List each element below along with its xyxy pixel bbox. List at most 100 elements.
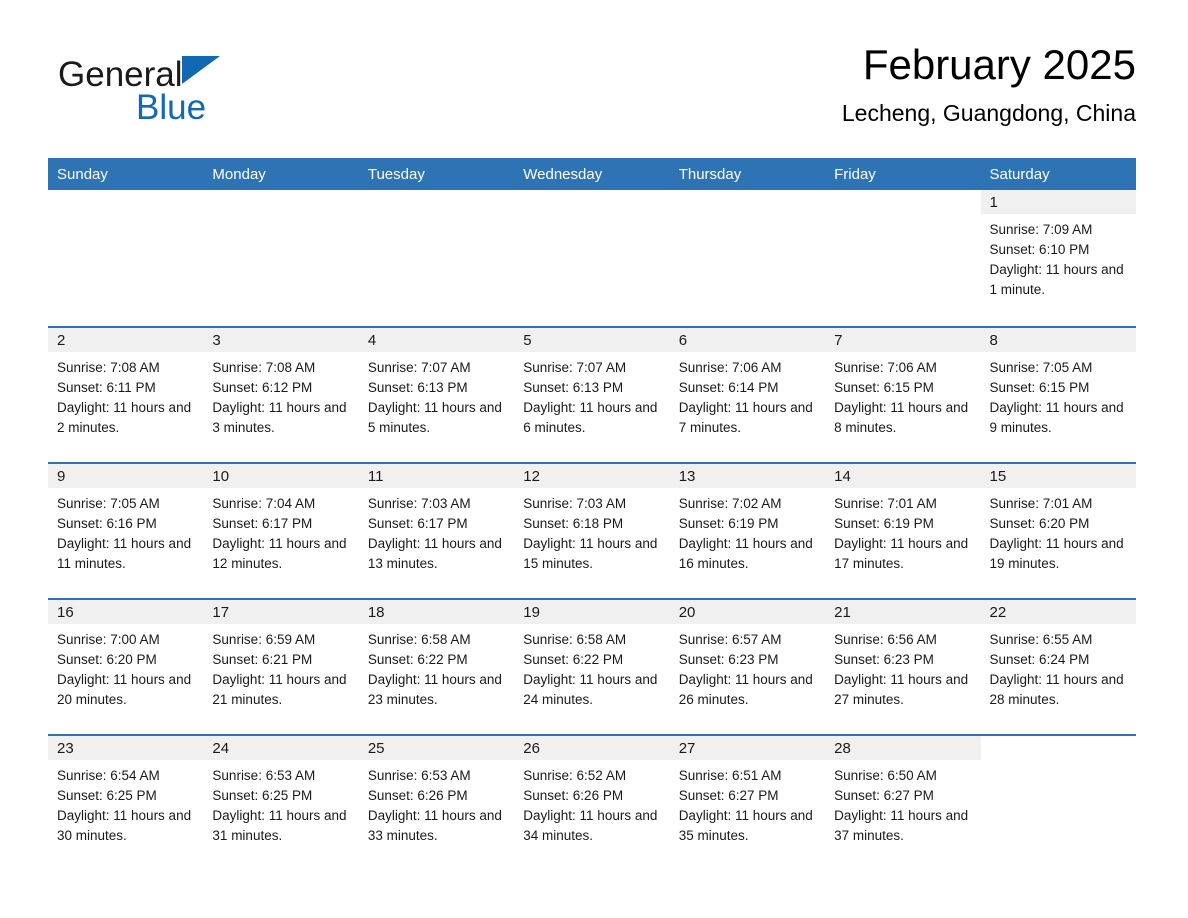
sunrise-text: Sunrise: 7:01 AM bbox=[834, 496, 937, 511]
day-cell[interactable]: 16 Sunrise: 7:00 AM Sunset: 6:20 PM Dayligh… bbox=[48, 600, 204, 734]
day-cell[interactable]: 18 Sunrise: 6:58 AM Sunset: 6:22 PM Dayligh… bbox=[358, 600, 515, 734]
daylight-text: Daylight: 11 hours and 24 minutes. bbox=[523, 672, 658, 707]
sunset-text: Sunset: 6:23 PM bbox=[834, 652, 934, 667]
sunrise-text: Sunrise: 7:06 AM bbox=[678, 360, 782, 375]
sunrise-text: Sunrise: 6:59 AM bbox=[212, 632, 316, 647]
daylight-text: Daylight: 11 hours and 7 minutes. bbox=[678, 400, 813, 435]
empty-day-cell bbox=[358, 190, 515, 326]
day-cell[interactable]: 26 Sunrise: 6:52 AM Sunset: 6:26 PM Dayligh… bbox=[514, 736, 670, 870]
calendar-day-cell: 6 Sunrise: 7:06 AM Sunset: 6:14 PM Daylight… bbox=[669, 326, 826, 463]
day-number bbox=[669, 190, 826, 214]
empty-day-cell bbox=[669, 190, 826, 326]
calendar-week-row: 16 Sunrise: 7:00 AM Sunset: 6:20 PM Dayligh… bbox=[48, 598, 1136, 735]
day-number: 27 bbox=[669, 736, 826, 760]
day-cell[interactable]: 28 Sunrise: 6:50 AM Sunset: 6:27 PM Dayligh… bbox=[825, 736, 981, 870]
day-number bbox=[358, 190, 515, 214]
weekday-header-tuesday: Tuesday bbox=[358, 158, 515, 190]
daylight-text: Daylight: 11 hours and 20 minutes. bbox=[57, 672, 192, 707]
empty-day-cell bbox=[980, 736, 1136, 870]
sunset-text: Sunset: 6:22 PM bbox=[523, 652, 624, 667]
day-cell[interactable]: 12 Sunrise: 7:03 AM Sunset: 6:18 PM Dayligh… bbox=[514, 464, 670, 598]
day-cell[interactable]: 14 Sunrise: 7:01 AM Sunset: 6:19 PM Dayligh… bbox=[825, 464, 981, 598]
day-number bbox=[48, 190, 204, 214]
sunset-text: Sunset: 6:15 PM bbox=[989, 380, 1090, 395]
sunset-text: Sunset: 6:26 PM bbox=[523, 788, 624, 803]
daylight-text: Daylight: 11 hours and 8 minutes. bbox=[834, 400, 969, 435]
day-cell[interactable]: 7 Sunrise: 7:06 AM Sunset: 6:15 PM Daylight… bbox=[825, 328, 981, 462]
empty-day-cell bbox=[825, 190, 981, 326]
day-sun-info: Sunrise: 7:05 AM Sunset: 6:16 PM Daylight:… bbox=[48, 488, 203, 574]
day-cell[interactable]: 2 Sunrise: 7:08 AM Sunset: 6:11 PM Daylight… bbox=[48, 328, 204, 462]
day-number: 22 bbox=[980, 600, 1136, 624]
calendar-day-cell bbox=[669, 190, 826, 327]
sunset-text: Sunset: 6:17 PM bbox=[212, 516, 313, 531]
day-sun-info: Sunrise: 6:55 AM Sunset: 6:24 PM Daylight:… bbox=[981, 624, 1136, 710]
day-cell[interactable]: 10 Sunrise: 7:04 AM Sunset: 6:17 PM Dayligh… bbox=[203, 464, 359, 598]
calendar-day-cell bbox=[514, 190, 670, 327]
weekday-header-thursday: Thursday bbox=[669, 158, 826, 190]
day-cell[interactable]: 17 Sunrise: 6:59 AM Sunset: 6:21 PM Dayligh… bbox=[203, 600, 359, 734]
daylight-text: Daylight: 11 hours and 1 minute. bbox=[989, 262, 1124, 297]
calendar-day-cell: 19 Sunrise: 6:58 AM Sunset: 6:22 PM Dayligh… bbox=[514, 598, 670, 735]
calendar-day-cell bbox=[980, 734, 1136, 870]
day-cell[interactable]: 20 Sunrise: 6:57 AM Sunset: 6:23 PM Dayligh… bbox=[669, 600, 826, 734]
day-cell[interactable]: 8 Sunrise: 7:05 AM Sunset: 6:15 PM Daylight… bbox=[980, 328, 1136, 462]
day-cell[interactable]: 13 Sunrise: 7:02 AM Sunset: 6:19 PM Dayligh… bbox=[669, 464, 826, 598]
day-cell[interactable]: 4 Sunrise: 7:07 AM Sunset: 6:13 PM Daylight… bbox=[358, 328, 515, 462]
brand-logo[interactable]: General Blue bbox=[58, 56, 318, 136]
calendar-day-cell bbox=[358, 190, 515, 327]
empty-day-cell bbox=[514, 190, 670, 326]
day-sun-info: Sunrise: 7:01 AM Sunset: 6:19 PM Daylight:… bbox=[825, 488, 980, 574]
day-number: 1 bbox=[980, 190, 1136, 214]
calendar-day-cell: 28 Sunrise: 6:50 AM Sunset: 6:27 PM Dayligh… bbox=[825, 734, 981, 870]
day-cell[interactable]: 9 Sunrise: 7:05 AM Sunset: 6:16 PM Daylight… bbox=[48, 464, 204, 598]
calendar-day-cell: 20 Sunrise: 6:57 AM Sunset: 6:23 PM Dayligh… bbox=[669, 598, 826, 735]
day-cell[interactable]: 23 Sunrise: 6:54 AM Sunset: 6:25 PM Dayligh… bbox=[48, 736, 204, 870]
day-number: 9 bbox=[48, 464, 204, 488]
day-sun-info: Sunrise: 7:06 AM Sunset: 6:15 PM Daylight:… bbox=[825, 352, 980, 438]
calendar-week-row: 23 Sunrise: 6:54 AM Sunset: 6:25 PM Dayligh… bbox=[48, 734, 1136, 870]
daylight-text: Daylight: 11 hours and 21 minutes. bbox=[212, 672, 347, 707]
day-number bbox=[514, 190, 670, 214]
calendar-day-cell: 4 Sunrise: 7:07 AM Sunset: 6:13 PM Daylight… bbox=[358, 326, 515, 463]
sunset-text: Sunset: 6:13 PM bbox=[523, 380, 624, 395]
page-header: General Blue February 2025 Lecheng, Guan… bbox=[48, 40, 1136, 150]
day-cell[interactable]: 24 Sunrise: 6:53 AM Sunset: 6:25 PM Dayligh… bbox=[203, 736, 359, 870]
day-cell[interactable]: 25 Sunrise: 6:53 AM Sunset: 6:26 PM Dayligh… bbox=[358, 736, 515, 870]
sunset-text: Sunset: 6:20 PM bbox=[989, 516, 1090, 531]
location-subtitle: Lecheng, Guangdong, China bbox=[841, 100, 1136, 126]
day-sun-info: Sunrise: 7:01 AM Sunset: 6:20 PM Daylight:… bbox=[981, 488, 1136, 574]
day-cell[interactable]: 6 Sunrise: 7:06 AM Sunset: 6:14 PM Daylight… bbox=[669, 328, 826, 462]
day-sun-info: Sunrise: 7:07 AM Sunset: 6:13 PM Daylight:… bbox=[359, 352, 514, 438]
day-cell[interactable]: 19 Sunrise: 6:58 AM Sunset: 6:22 PM Dayligh… bbox=[514, 600, 670, 734]
day-number: 2 bbox=[48, 328, 204, 352]
calendar-day-cell: 5 Sunrise: 7:07 AM Sunset: 6:13 PM Daylight… bbox=[514, 326, 670, 463]
day-cell[interactable]: 22 Sunrise: 6:55 AM Sunset: 6:24 PM Dayligh… bbox=[980, 600, 1136, 734]
day-cell[interactable]: 11 Sunrise: 7:03 AM Sunset: 6:17 PM Dayligh… bbox=[358, 464, 515, 598]
daylight-text: Daylight: 11 hours and 28 minutes. bbox=[989, 672, 1124, 707]
day-number: 4 bbox=[358, 328, 515, 352]
day-cell[interactable]: 21 Sunrise: 6:56 AM Sunset: 6:23 PM Dayligh… bbox=[825, 600, 981, 734]
calendar-day-cell: 11 Sunrise: 7:03 AM Sunset: 6:17 PM Dayligh… bbox=[358, 462, 515, 599]
empty-day-cell bbox=[203, 190, 359, 326]
day-cell[interactable]: 27 Sunrise: 6:51 AM Sunset: 6:27 PM Dayligh… bbox=[669, 736, 826, 870]
calendar-page: General Blue February 2025 Lecheng, Guan… bbox=[0, 0, 1188, 918]
day-sun-info: Sunrise: 6:57 AM Sunset: 6:23 PM Daylight:… bbox=[670, 624, 825, 710]
day-sun-info: Sunrise: 6:58 AM Sunset: 6:22 PM Daylight:… bbox=[514, 624, 669, 710]
day-sun-info: Sunrise: 6:56 AM Sunset: 6:23 PM Daylight:… bbox=[825, 624, 980, 710]
day-cell[interactable]: 3 Sunrise: 7:08 AM Sunset: 6:12 PM Daylight… bbox=[203, 328, 359, 462]
daylight-text: Daylight: 11 hours and 13 minutes. bbox=[367, 536, 502, 571]
calendar-day-cell: 8 Sunrise: 7:05 AM Sunset: 6:15 PM Daylight… bbox=[980, 326, 1136, 463]
sunset-text: Sunset: 6:25 PM bbox=[57, 788, 157, 803]
day-cell[interactable]: 5 Sunrise: 7:07 AM Sunset: 6:13 PM Daylight… bbox=[514, 328, 670, 462]
daylight-text: Daylight: 11 hours and 19 minutes. bbox=[989, 536, 1124, 571]
day-sun-info: Sunrise: 7:08 AM Sunset: 6:12 PM Daylight:… bbox=[203, 352, 358, 438]
day-cell[interactable]: 1 Sunrise: 7:09 AM Sunset: 6:10 PM Daylight… bbox=[980, 190, 1136, 326]
day-number: 10 bbox=[203, 464, 359, 488]
sunrise-text: Sunrise: 7:07 AM bbox=[523, 360, 627, 375]
daylight-text: Daylight: 11 hours and 11 minutes. bbox=[57, 536, 192, 571]
calendar-day-cell: 27 Sunrise: 6:51 AM Sunset: 6:27 PM Dayligh… bbox=[669, 734, 826, 870]
calendar-day-cell: 21 Sunrise: 6:56 AM Sunset: 6:23 PM Dayligh… bbox=[825, 598, 981, 735]
day-cell[interactable]: 15 Sunrise: 7:01 AM Sunset: 6:20 PM Dayligh… bbox=[980, 464, 1136, 598]
sunset-text: Sunset: 6:22 PM bbox=[367, 652, 468, 667]
